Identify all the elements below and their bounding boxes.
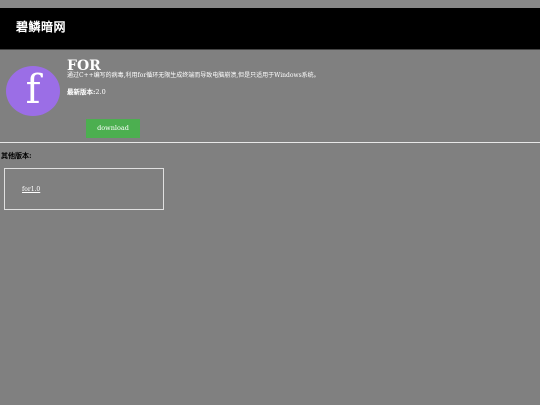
latest-version: 最新版本:2.0	[67, 88, 106, 96]
app-icon: f	[6, 66, 60, 116]
top-strip	[0, 0, 540, 8]
site-header: 碧鳞暗网	[0, 8, 540, 50]
site-title[interactable]: 碧鳞暗网	[16, 19, 66, 35]
latest-version-label: 最新版本:	[67, 88, 96, 96]
latest-version-value: 2.0	[95, 88, 106, 96]
page: 碧鳞暗网 f FOR 通过C++编写的病毒,利用for循环无限生成终端而导致电脑…	[0, 0, 540, 405]
divider	[0, 142, 540, 143]
version-card: for1.0	[4, 168, 164, 210]
other-versions-title: 其他版本:	[1, 151, 32, 160]
download-button[interactable]: download	[86, 119, 140, 138]
app-description: 通过C++编写的病毒,利用for循环无限生成终端而导致电脑崩溃,但是只适用于Wi…	[67, 72, 320, 79]
version-link-for1-0[interactable]: for1.0	[22, 186, 40, 194]
